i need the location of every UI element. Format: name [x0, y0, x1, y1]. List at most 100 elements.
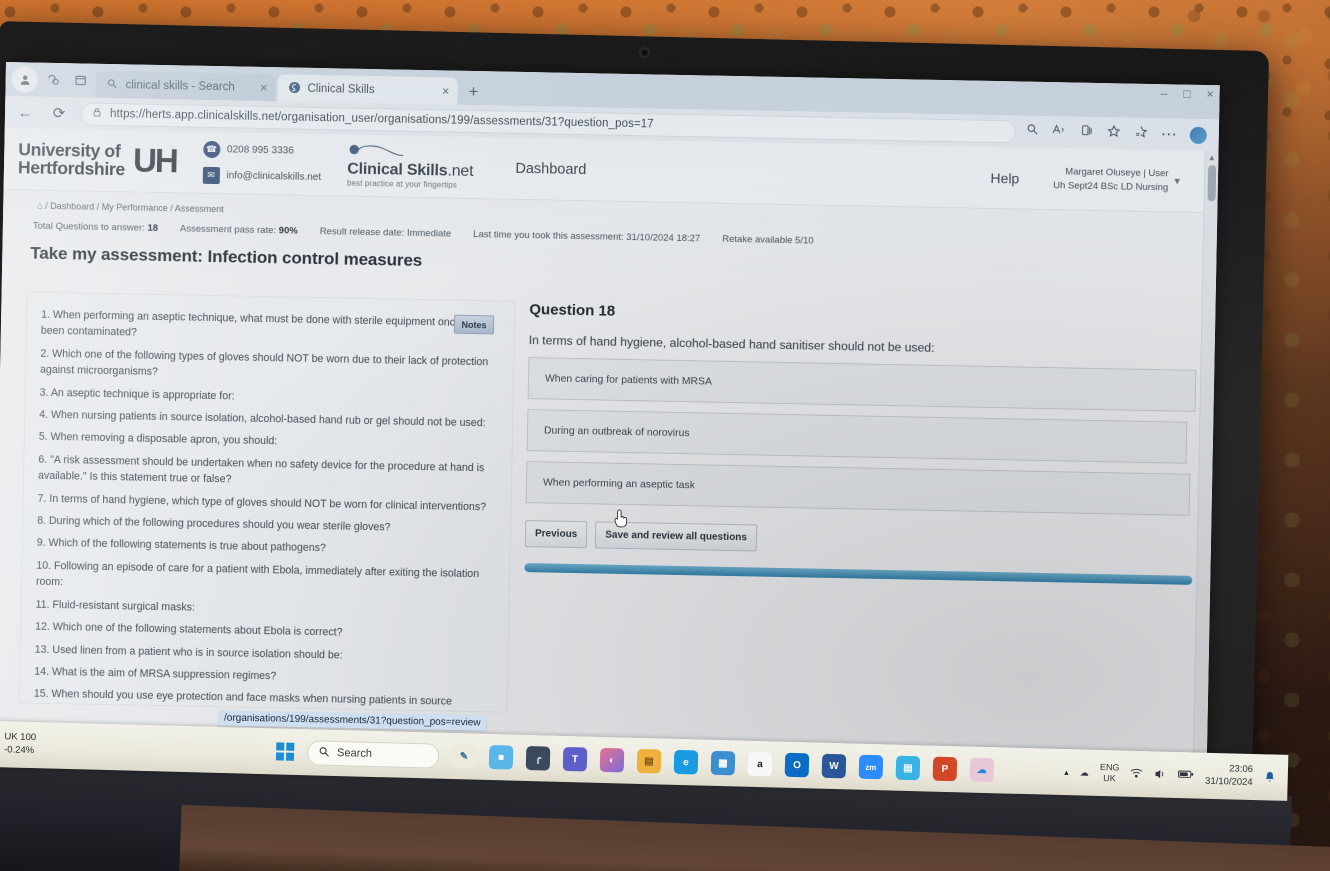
progress-bar — [524, 563, 1193, 585]
email-address: info@clinicalskills.net — [226, 170, 322, 184]
laptop-screen: clinical skills - Search × Clinical Skil… — [0, 62, 1220, 786]
notifications-bell-icon[interactable] — [1264, 770, 1276, 785]
uh-monogram: UH — [132, 141, 178, 180]
search-icon — [318, 745, 330, 760]
minimize-button[interactable]: – — [1161, 86, 1168, 100]
microsoft-store-icon[interactable]: ▦ — [710, 750, 736, 776]
new-tab-button[interactable]: + — [459, 78, 488, 106]
close-window-button[interactable]: × — [1206, 87, 1213, 101]
list-item[interactable]: 5. When removing a disposable apron, you… — [39, 429, 498, 454]
answer-option[interactable]: When caring for patients with MRSA — [527, 357, 1197, 412]
volume-icon[interactable] — [1154, 768, 1167, 781]
teams-icon[interactable]: T — [562, 746, 588, 772]
clinical-skills-favicon — [288, 81, 301, 94]
browser-tab-inactive[interactable]: clinical skills - Search × — [95, 70, 276, 102]
language-indicator[interactable]: ENG UK — [1099, 761, 1120, 785]
close-icon[interactable]: × — [442, 83, 450, 98]
list-item[interactable]: 11. Fluid-resistant surgical masks: — [35, 596, 494, 621]
edge-icon[interactable]: e — [673, 749, 699, 775]
scroll-up-arrow-icon[interactable]: ▲ — [1205, 151, 1218, 162]
user-menu[interactable]: Margaret Oluseye | User Uh Sept24 BSc LD… — [1053, 165, 1169, 195]
omnibar-actions: ⋯ — [1026, 122, 1211, 146]
total-questions-value: 18 — [147, 222, 159, 234]
browser-tab-active[interactable]: Clinical Skills × — [277, 74, 458, 105]
language-line-1: ENG — [1099, 761, 1120, 773]
add-favorite-icon[interactable] — [1134, 124, 1148, 143]
help-link[interactable]: Help — [990, 169, 1019, 186]
close-icon[interactable]: × — [260, 80, 268, 95]
dashboard-link[interactable]: Dashboard — [515, 160, 586, 177]
snipping-tool-icon[interactable]: ✎ — [451, 744, 477, 769]
wifi-icon[interactable] — [1130, 767, 1143, 780]
search-icon[interactable] — [1026, 123, 1039, 141]
file-explorer-icon[interactable]: ▤ — [636, 748, 662, 774]
tab-title: Clinical Skills — [307, 82, 375, 96]
pass-rate: Assessment pass rate: 90% — [180, 223, 298, 236]
university-logo[interactable]: University of Hertfordshire UH — [18, 139, 178, 180]
list-item[interactable]: 2. Which one of the following types of g… — [40, 346, 500, 388]
list-item[interactable]: 9. Which of the following statements is … — [37, 535, 496, 560]
back-button[interactable]: ← — [13, 100, 37, 124]
list-item[interactable]: 8. During which of the following procedu… — [37, 513, 496, 538]
word-icon[interactable]: W — [821, 753, 847, 779]
list-item[interactable]: 6. "A risk assessment should be undertak… — [38, 452, 498, 494]
question-list-panel[interactable]: Notes 1. When performing an aseptic tech… — [18, 291, 516, 713]
read-aloud-icon[interactable] — [1052, 123, 1067, 141]
news-widget[interactable]: UK 100 -0.24% — [0, 731, 276, 764]
windows-start-icon[interactable] — [275, 742, 295, 761]
web-page: University of Hertfordshire UH ☎ 0208 99… — [0, 127, 1219, 786]
maximize-button[interactable]: □ — [1183, 87, 1191, 101]
powerpoint-icon[interactable]: P — [932, 756, 958, 782]
show-hidden-icons-chevron-icon[interactable]: ▴ — [1064, 767, 1069, 778]
product-name: Clinical Skills — [347, 160, 448, 179]
copilot-icon[interactable]: ◐ — [599, 747, 625, 773]
favorites-star-icon[interactable] — [1107, 124, 1121, 143]
clock[interactable]: 23:06 31/10/2024 — [1205, 763, 1253, 790]
user-name: Margaret Oluseye | User — [1065, 166, 1169, 180]
list-item[interactable]: 1. When performing an aseptic technique,… — [41, 307, 501, 349]
phone-icon: ☎ — [202, 140, 221, 159]
list-item[interactable]: 4. When nursing patients in source isola… — [39, 407, 498, 432]
profile-avatar-icon[interactable] — [11, 66, 38, 93]
copilot-sidebar-icon[interactable] — [39, 67, 65, 93]
chevron-down-icon[interactable]: ▾ — [1174, 174, 1180, 187]
outlook-icon[interactable]: O — [784, 752, 810, 778]
calendar-icon[interactable]: ▤ — [895, 755, 921, 781]
product-tagline: best practice at your fingertips — [346, 178, 458, 190]
taskbar-search-input[interactable]: Search — [306, 739, 440, 769]
taskbar-app-icon[interactable]: ╭ — [525, 745, 551, 771]
clock-date: 31/10/2024 — [1204, 775, 1253, 788]
mail-icon: ✉ — [202, 166, 220, 185]
collections-icon[interactable] — [1080, 124, 1094, 142]
notes-button[interactable]: Notes — [453, 314, 495, 335]
list-item[interactable]: 7. In terms of hand hygiene, which type … — [37, 490, 496, 515]
app-shortcut-icon[interactable]: ■ — [488, 744, 514, 770]
tab-title: clinical skills - Search — [125, 78, 235, 93]
more-options-icon[interactable]: ⋯ — [1161, 124, 1177, 144]
list-item[interactable]: 15. When should you use eye protection a… — [33, 686, 493, 713]
question-number: Question 18 — [529, 301, 616, 320]
clinical-skills-logo[interactable]: Clinical Skills.net best practice at you… — [347, 143, 474, 189]
pass-rate-value: 90% — [278, 225, 298, 237]
battery-icon[interactable] — [1178, 769, 1194, 781]
reload-button[interactable]: ⟳ — [47, 101, 71, 125]
previous-button[interactable]: Previous — [524, 520, 588, 549]
onedrive-icon[interactable]: ☁ — [969, 757, 995, 783]
taskbar-search-placeholder: Search — [336, 747, 373, 760]
language-line-2: UK — [1103, 773, 1116, 784]
zoom-icon[interactable]: zm — [858, 754, 884, 780]
taskbar-apps: Search ✎ ■ ╭ T ◐ ▤ e ▦ a O W zm ▤ P ☁ — [275, 739, 995, 783]
onedrive-tray-icon[interactable]: ☁ — [1080, 767, 1089, 778]
amazon-icon[interactable]: a — [747, 751, 773, 777]
list-item[interactable]: 3. An aseptic technique is appropriate f… — [40, 384, 499, 409]
list-item[interactable]: 13. Used linen from a patient who is in … — [35, 641, 494, 666]
list-item[interactable]: 14. What is the aim of MRSA suppression … — [34, 664, 493, 689]
list-item[interactable]: 12. Which one of the following statement… — [35, 619, 494, 644]
scrollbar-thumb[interactable] — [1207, 165, 1217, 202]
progress-fill — [524, 563, 1193, 585]
clock-time: 23:06 — [1229, 763, 1254, 776]
tab-actions-icon[interactable] — [67, 67, 93, 93]
answer-option[interactable]: During an outbreak of norovirus — [526, 409, 1188, 464]
list-item[interactable]: 10. Following an episode of care for a p… — [36, 558, 496, 600]
copilot-icon[interactable] — [1189, 126, 1207, 144]
